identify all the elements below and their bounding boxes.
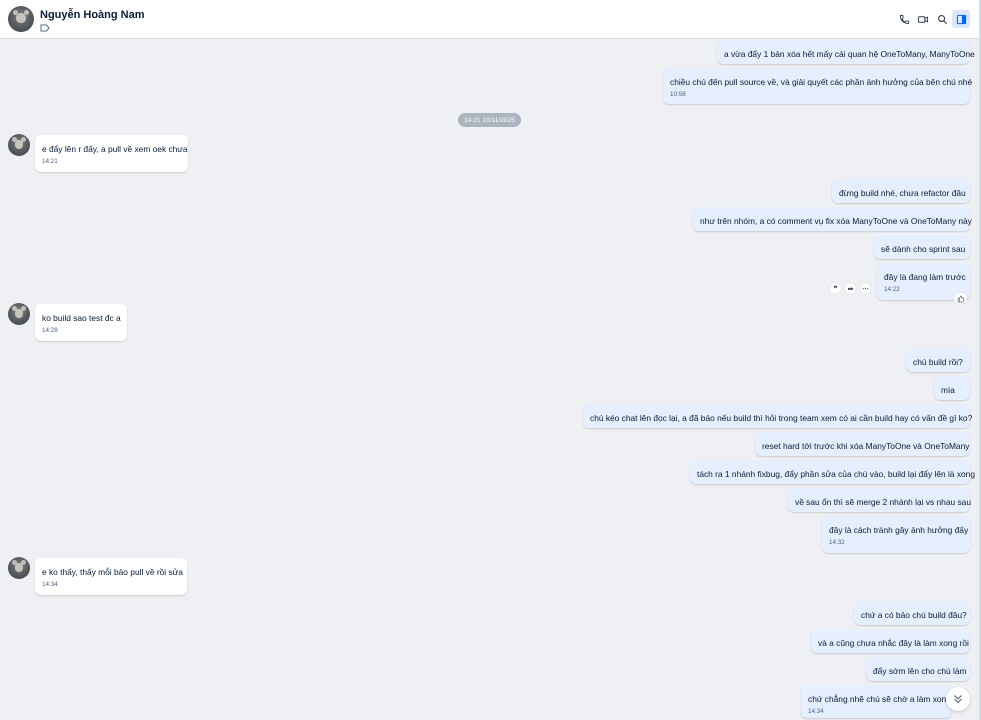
sender-avatar[interactable] (8, 557, 30, 579)
quote-icon[interactable]: ❞ (830, 283, 841, 294)
message-text: chiều chú đến pull source về, và giải qu… (670, 77, 973, 87)
forward-icon[interactable]: ➦ (845, 283, 856, 294)
message-text: đừng build nhé, chưa refactor đâu (839, 188, 966, 198)
message-time: 14:32 (829, 539, 845, 546)
message-text: về sau ổn thì sẽ merge 2 nhánh lại vs nh… (795, 497, 971, 507)
message-text: như trên nhóm, a có comment vụ fix xóa M… (700, 216, 972, 226)
message-bubble[interactable]: chứ chẳng nhẽ chú sẽ chờ a làm xong h 14:… (801, 685, 951, 718)
message-bubble[interactable]: ko build sao test đc a 14:28 (35, 304, 127, 341)
message-text: và a cũng chưa nhắc đây là làm xong rồi (818, 638, 969, 648)
message-text: chú build rồi? (913, 357, 963, 367)
message-text: reset hard tới trước khi xóa ManyToOne v… (762, 441, 970, 451)
message-bubble[interactable]: e đẩy lên r đấy, a pull về xem oek chưa 1… (35, 135, 188, 172)
message-bubble[interactable]: về sau ổn thì sẽ merge 2 nhánh lại vs nh… (788, 488, 971, 512)
date-separator: 14:21 10/11/2025 (458, 113, 521, 127)
message-text: chú kéo chat lên đọc lại, a đã bảo nếu b… (590, 413, 973, 423)
message-bubble[interactable]: tách ra 1 nhánh fixbug, đẩy phần sửa của… (690, 460, 975, 484)
message-time: 14:34 (808, 708, 824, 715)
message-text: đây là cách tránh gây ảnh hưởng đấy (829, 525, 969, 535)
message-bubble[interactable]: mìa (934, 376, 970, 400)
message-bubble[interactable]: và a cũng chưa nhắc đây là làm xong rồi (811, 629, 970, 653)
message-bubble[interactable]: e ko thấy, thấy mỗi bảo pull về rồi sửa 1… (35, 558, 187, 595)
message-time: 14:21 (42, 158, 58, 165)
message-bubble[interactable]: sẽ dành cho sprint sau (874, 235, 970, 259)
scroll-to-bottom-button[interactable] (946, 687, 970, 711)
like-icon[interactable] (954, 293, 967, 304)
message-text: a vừa đẩy 1 bản xóa hết mấy cái quan hệ … (724, 49, 975, 59)
message-text: tách ra 1 nhánh fixbug, đẩy phần sửa của… (697, 469, 975, 479)
message-text: chứ chẳng nhẽ chú sẽ chờ a làm xong h (808, 694, 951, 704)
message-bubble[interactable]: đẩy sớm lên cho chú làm (866, 657, 970, 681)
message-time: 14:28 (42, 327, 58, 334)
conversation-header: Nguyễn Hoàng Nam (0, 0, 979, 39)
double-chevron-down-icon (954, 695, 962, 704)
message-text: sẽ dành cho sprint sau (881, 244, 966, 254)
contact-name[interactable]: Nguyễn Hoàng Nam (40, 9, 145, 21)
message-bubble[interactable]: đây là cách tránh gây ảnh hưởng đấy 14:32 (822, 516, 970, 553)
message-bubble[interactable]: reset hard tới trước khi xóa ManyToOne v… (755, 432, 970, 456)
tag-icon[interactable] (40, 24, 50, 32)
message-text: mìa (941, 385, 955, 395)
sidebar-toggle-icon[interactable] (952, 10, 970, 28)
message-text: chứ a có bảo chú build đâu? (861, 610, 967, 620)
more-icon[interactable]: ⋯ (860, 283, 871, 294)
phone-icon[interactable] (897, 12, 911, 26)
contact-avatar[interactable] (8, 6, 34, 32)
message-time: 14:34 (42, 581, 58, 588)
message-bubble[interactable]: a vừa đẩy 1 bản xóa hết mấy cái quan hệ … (717, 40, 975, 64)
message-bubble[interactable]: như trên nhóm, a có comment vụ fix xóa M… (693, 207, 972, 231)
message-bubble[interactable]: chiều chú đến pull source về, và giải qu… (663, 68, 973, 104)
message-bubble[interactable]: chú build rồi? (906, 348, 970, 372)
message-text: đẩy sớm lên cho chú làm (873, 666, 967, 676)
message-text: e đẩy lên r đấy, a pull về xem oek chưa (42, 144, 188, 154)
sender-avatar[interactable] (8, 134, 30, 156)
message-bubble[interactable]: chú kéo chat lên đọc lại, a đã bảo nếu b… (583, 404, 973, 428)
video-call-icon[interactable] (916, 12, 930, 26)
message-time: 14:22 (884, 286, 900, 293)
message-text: ko build sao test đc a (42, 313, 121, 323)
message-bubble[interactable]: chứ a có bảo chú build đâu? (854, 601, 970, 625)
message-text: đây là đang làm trước (884, 272, 966, 282)
search-icon[interactable] (935, 12, 949, 26)
message-bubble[interactable]: đừng build nhé, chưa refactor đâu (832, 179, 970, 203)
message-time: 10:58 (670, 91, 686, 98)
sender-avatar[interactable] (8, 303, 30, 325)
message-text: e ko thấy, thấy mỗi bảo pull về rồi sửa (42, 567, 183, 577)
